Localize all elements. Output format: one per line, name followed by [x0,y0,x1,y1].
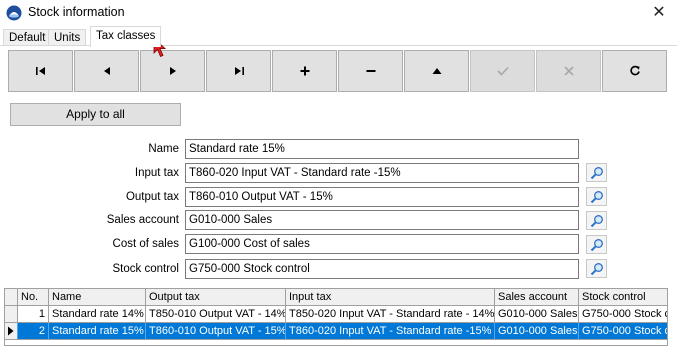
app-icon [6,5,22,21]
last-record-button[interactable] [206,50,271,92]
column-header-no[interactable]: No. [18,289,49,306]
row-indicator [5,306,18,323]
cancel-record-button[interactable] [536,50,601,92]
previous-record-button[interactable] [74,50,139,92]
sales-account-label: Sales account [106,214,179,226]
cell-output-tax[interactable]: T850-010 Output VAT - 14% [146,306,286,323]
magnifier-icon [590,166,603,179]
row-indicator [5,323,18,340]
refresh-icon [629,65,640,76]
grid-header-row: No. Name Output tax Input tax Sales acco… [5,289,667,306]
sales-account-lookup-button[interactable] [586,211,607,230]
column-header-stock-control[interactable]: Stock control [579,289,667,306]
minus-icon [366,70,375,72]
cell-output-tax[interactable]: T860-010 Output VAT - 15% [146,323,286,340]
apply-to-all-label: Apply to all [66,107,125,121]
stock-control-field[interactable]: G750-000 Stock control [185,259,579,279]
tab-label: Units [54,32,81,44]
cell-no[interactable]: 1 [18,306,49,323]
edit-record-button[interactable] [404,50,469,92]
magnifier-icon [590,214,603,227]
insert-record-button[interactable] [272,50,337,92]
cell-sales-account[interactable]: G010-000 Sales [495,306,579,323]
cell-no[interactable]: 2 [18,323,49,340]
last-icon [234,67,244,75]
cell-stock-control[interactable]: G750-000 Stock control [579,323,667,340]
cell-input-tax[interactable]: T860-020 Input VAT - Standard rate -15% [286,323,495,340]
tab-default[interactable]: Default [3,29,52,46]
cell-sales-account[interactable]: G010-000 Sales [495,323,579,340]
next-icon [169,67,176,75]
refresh-record-button[interactable] [602,50,667,92]
x-icon [563,66,574,76]
window-title: Stock information [28,5,125,19]
column-header-output-tax[interactable]: Output tax [146,289,286,306]
output-tax-label: Output tax [125,191,179,203]
tab-label: Tax classes [96,30,156,42]
table-row[interactable]: 2 Standard rate 15% T860-010 Output VAT … [5,323,667,340]
cost-of-sales-field[interactable]: G100-000 Cost of sales [185,234,579,254]
column-header-name[interactable]: Name [49,289,146,306]
sales-account-field[interactable]: G010-000 Sales [185,210,579,230]
cell-input-tax[interactable]: T850-020 Input VAT - Standard rate - 14% [286,306,495,323]
apply-to-all-button[interactable]: Apply to all [10,103,181,126]
next-record-button[interactable] [140,50,205,92]
tab-tax-classes[interactable]: Tax classes [90,26,162,47]
input-tax-field[interactable]: T860-020 Input VAT - Standard rate -15% [185,163,579,183]
close-button[interactable]: ✕ [647,2,671,24]
stock-control-label: Stock control [112,263,179,275]
cost-of-sales-label: Cost of sales [112,238,179,250]
table-row[interactable]: 1 Standard rate 14% T850-010 Output VAT … [5,306,667,323]
magnifier-icon [590,262,603,275]
plus-icon [300,66,309,76]
first-icon [35,67,45,75]
prev-icon [103,67,110,75]
title-bar: Stock information ✕ [0,0,677,26]
stock-control-lookup-button[interactable] [586,259,607,278]
tab-bar: Default Units Tax classes [0,26,677,47]
check-icon [496,66,509,76]
post-record-button[interactable] [470,50,535,92]
first-record-button[interactable] [8,50,73,92]
output-tax-field[interactable]: T860-010 Output VAT - 15% [185,187,579,207]
current-row-icon [8,326,14,336]
tab-units[interactable]: Units [48,29,87,46]
tab-label: Default [9,32,46,44]
tax-classes-grid[interactable]: No. Name Output tax Input tax Sales acco… [4,288,668,346]
cell-name[interactable]: Standard rate 14% [49,306,146,323]
name-label: Name [148,143,179,155]
close-icon: ✕ [652,4,666,21]
magnifier-icon [590,190,603,203]
column-header-input-tax[interactable]: Input tax [286,289,495,306]
grid-indicator-header [5,289,18,306]
cost-of-sales-lookup-button[interactable] [586,235,607,254]
up-triangle-icon [432,68,441,74]
delete-record-button[interactable] [338,50,403,92]
magnifier-icon [590,238,603,251]
cell-name[interactable]: Standard rate 15% [49,323,146,340]
input-tax-lookup-button[interactable] [586,163,607,182]
input-tax-label: Input tax [134,167,179,179]
column-header-sales-account[interactable]: Sales account [495,289,579,306]
cell-stock-control[interactable]: G750-000 Stock control [579,306,667,323]
name-field[interactable]: Standard rate 15% [185,139,579,159]
output-tax-lookup-button[interactable] [586,187,607,206]
